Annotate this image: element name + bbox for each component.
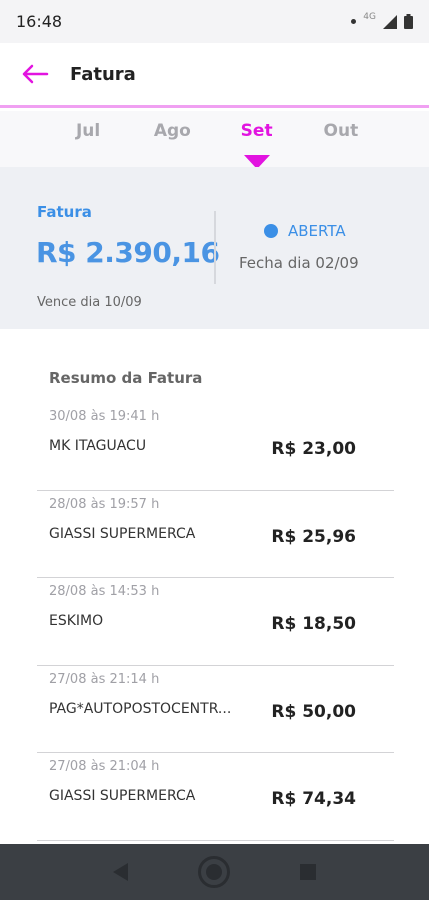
transactions-section: Resumo da Fatura 30/08 às 19:41 h MK ITA… (0, 329, 429, 844)
nav-home-icon[interactable] (198, 856, 230, 888)
signal-icon (383, 14, 397, 29)
section-title: Resumo da Fatura (49, 369, 203, 387)
transaction-amount: R$ 18,50 (271, 614, 356, 635)
invoice-amount: R$ 2.390,16 (36, 236, 220, 269)
transaction-amount: R$ 25,96 (271, 526, 356, 547)
system-nav-bar (0, 844, 429, 900)
nav-home-inner (206, 864, 222, 880)
transaction-merchant: MK ITAGUACU (49, 438, 147, 454)
invoice-due-date: Vence dia 10/09 (37, 295, 142, 310)
tab-label: Ago (153, 121, 191, 141)
status-label: ABERTA (288, 222, 346, 240)
list-item[interactable]: 28/08 às 14:53 h ESKIMO R$ 18,50 (37, 578, 394, 666)
invoice-summary: Fatura R$ 2.390,16 Vence dia 10/09 ABERT… (0, 167, 429, 329)
transaction-amount: R$ 74,34 (271, 789, 356, 810)
summary-divider (214, 211, 216, 284)
nav-back-icon[interactable] (113, 863, 128, 881)
transaction-merchant: PAG*AUTOPOSTOCENTR... (49, 700, 232, 717)
transaction-date: 28/08 às 19:57 h (49, 496, 160, 512)
transaction-date: 30/08 às 19:41 h (49, 409, 160, 424)
list-item[interactable]: 28/08 às 19:57 h GIASSI SUPERMERCA R$ 25… (37, 491, 394, 579)
transaction-merchant: GIASSI SUPERMERCA (49, 525, 196, 542)
page-title: Fatura (70, 63, 136, 85)
tab-out[interactable]: Out (299, 111, 383, 167)
battery-icon (404, 14, 413, 29)
arrow-left-icon (22, 64, 49, 84)
app-bar: Fatura (0, 43, 429, 108)
back-button[interactable] (0, 42, 70, 106)
status-icons: 4G (351, 11, 413, 29)
invoice-close-date: Fecha dia 02/09 (239, 254, 359, 272)
list-item[interactable]: 27/08 às 21:14 h PAG*AUTOPOSTOCENTR... R… (37, 666, 394, 754)
transaction-date: 27/08 às 21:14 h (49, 671, 160, 687)
tab-jul[interactable]: Jul (46, 111, 130, 167)
tab-set[interactable]: Set (215, 111, 299, 169)
invoice-label: Fatura (37, 203, 92, 221)
tab-label: Out (323, 121, 359, 141)
transaction-merchant: GIASSI SUPERMERCA (49, 788, 196, 805)
tab-ago[interactable]: Ago (130, 111, 214, 167)
list-item[interactable]: 27/08 às 21:04 h GIASSI SUPERMERCA R$ 74… (37, 753, 394, 841)
month-tabs: Jul Ago Set Out (0, 111, 429, 169)
notification-dot-icon (351, 19, 357, 24)
status-dot-icon (264, 224, 278, 238)
tab-label: Jul (75, 121, 101, 141)
status-bar: 16:48 4G (0, 0, 429, 43)
transactions-list: 30/08 às 19:41 h MK ITAGUACU R$ 23,00 28… (37, 403, 394, 841)
network-type: 4G (363, 11, 376, 22)
status-badge: ABERTA (264, 222, 346, 240)
nav-recents-icon[interactable] (300, 864, 316, 880)
transaction-date: 27/08 às 21:04 h (49, 759, 160, 775)
transaction-amount: R$ 23,00 (271, 439, 356, 459)
tab-label: Set (240, 121, 273, 141)
transaction-amount: R$ 50,00 (271, 701, 356, 722)
transaction-date: 28/08 às 14:53 h (49, 584, 160, 600)
transaction-merchant: ESKIMO (49, 613, 104, 630)
list-item[interactable]: 30/08 às 19:41 h MK ITAGUACU R$ 23,00 (37, 403, 394, 491)
status-time: 16:48 (16, 12, 63, 31)
